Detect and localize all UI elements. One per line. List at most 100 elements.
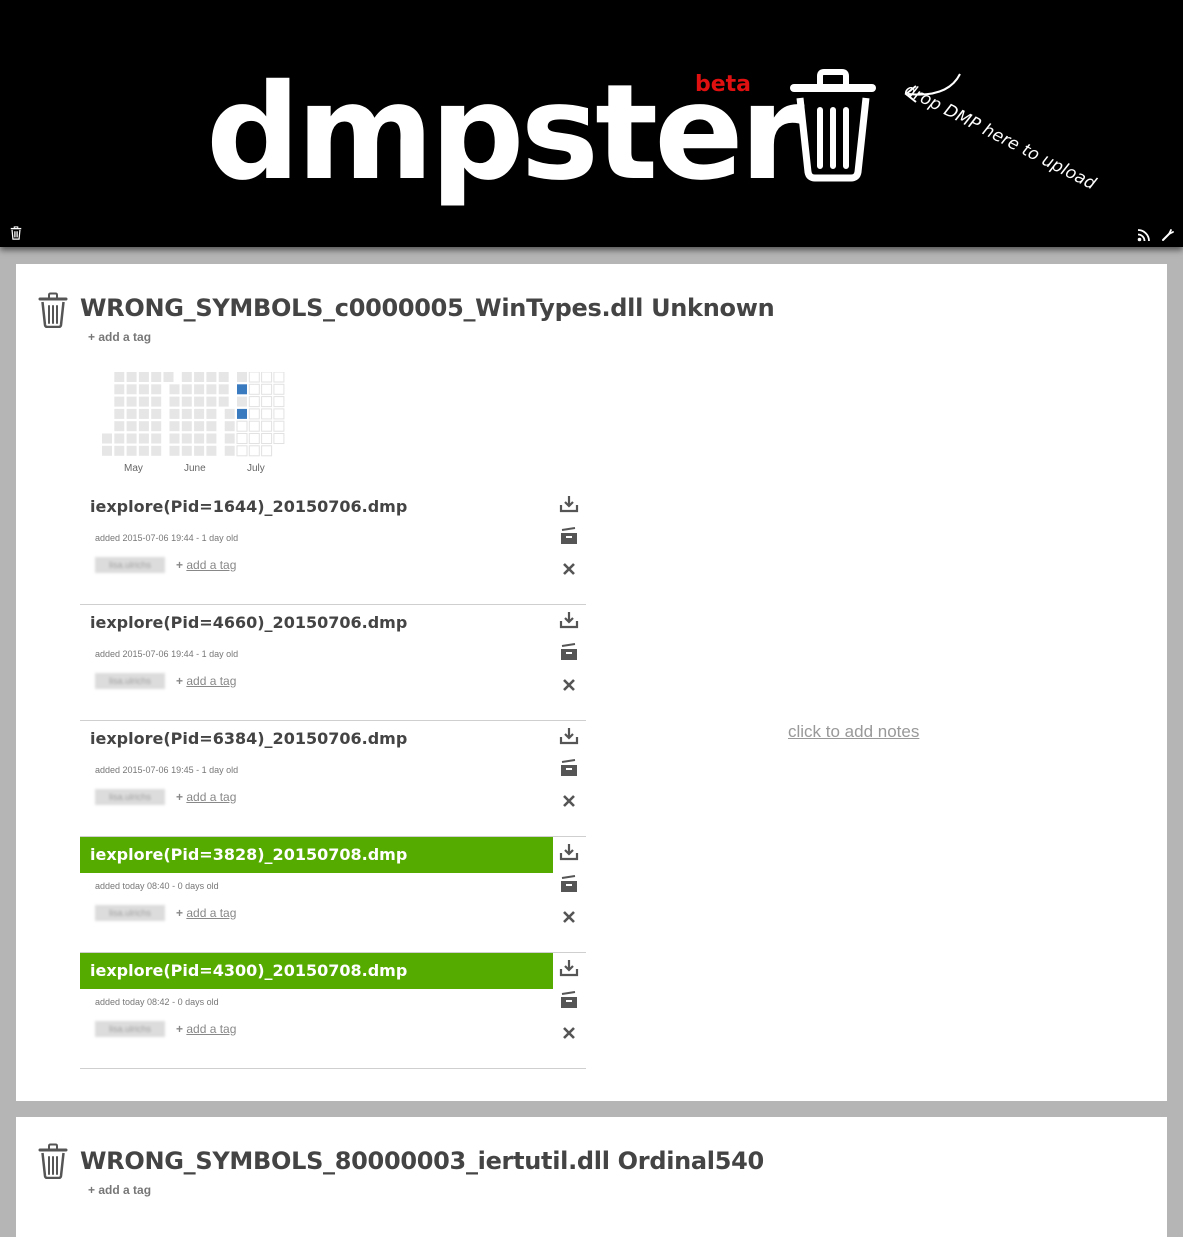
- dump-add-tag[interactable]: + add a tag: [176, 674, 236, 688]
- download-icon[interactable]: [559, 727, 579, 745]
- add-notes-link[interactable]: click to add notes: [788, 722, 919, 742]
- heatmap-day-cell: [261, 383, 273, 395]
- heatmap-day-cell: [273, 372, 285, 383]
- heatmap-day-cell: [114, 421, 125, 432]
- upload-trash-icon[interactable]: [788, 68, 878, 182]
- trash-icon[interactable]: [9, 226, 23, 240]
- drop-hint: drop DMP here to upload: [900, 80, 1100, 195]
- heatmap-day-cell: [273, 396, 285, 408]
- heatmap-day-cell: [224, 421, 235, 432]
- delete-icon[interactable]: [559, 792, 579, 810]
- heatmap-day-cell: [169, 408, 180, 419]
- heatmap-day-cell: [224, 445, 235, 456]
- dump-row: iexplore(Pid=4300)_20150708.dmp added to…: [80, 953, 586, 1069]
- heatmap-day-cell: [273, 420, 285, 432]
- heatmap-day-cell: [261, 408, 273, 420]
- dump-name[interactable]: iexplore(Pid=3828)_20150708.dmp: [80, 837, 553, 873]
- dump-name[interactable]: iexplore(Pid=1644)_20150706.dmp: [80, 489, 553, 525]
- dump-add-tag[interactable]: + add a tag: [176, 790, 236, 804]
- heatmap-day-cell: [206, 408, 217, 419]
- heatmap-day-cell: [126, 408, 137, 419]
- heatmap-day-cell: [151, 445, 162, 456]
- heatmap-day-cell: [138, 433, 149, 444]
- dump-add-tag[interactable]: + add a tag: [176, 1022, 236, 1036]
- heatmap-day-cell: [181, 421, 192, 432]
- dump-added: added 2015-07-06 19:44 - 1 day old: [95, 533, 239, 543]
- bucket-add-tag[interactable]: + add a tag: [88, 1183, 151, 1197]
- dump-add-tag[interactable]: + add a tag: [176, 558, 236, 572]
- delete-icon[interactable]: [559, 560, 579, 578]
- dump-user: lisa.ulrichs: [95, 905, 165, 921]
- dump-user: lisa.ulrichs: [95, 673, 165, 689]
- heatmap-day-cell: [151, 396, 162, 407]
- heatmap-day-cell: [236, 445, 248, 457]
- heatmap-day-cell: [206, 421, 217, 432]
- wrench-icon[interactable]: [1161, 228, 1175, 242]
- dump-row: iexplore(Pid=1644)_20150706.dmp added 20…: [80, 489, 586, 605]
- heatmap-day-cell: [248, 433, 260, 444]
- heatmap-day-cell: [237, 408, 247, 419]
- bucket-add-tag[interactable]: + add a tag: [88, 330, 151, 344]
- archive-icon[interactable]: [559, 527, 579, 545]
- bucket-trash-icon[interactable]: [38, 1143, 68, 1179]
- add-tag-plus: +: [176, 790, 184, 804]
- dump-added: added 2015-07-06 19:45 - 1 day old: [95, 765, 239, 775]
- download-icon[interactable]: [559, 495, 579, 513]
- heatmap-day-cell: [248, 396, 260, 408]
- heatmap-day-cell: [114, 372, 125, 382]
- heatmap-day-cell: [114, 433, 125, 444]
- dump-added: added today 08:42 - 0 days old: [95, 997, 219, 1007]
- add-tag-link[interactable]: add a tag: [186, 790, 236, 804]
- download-icon[interactable]: [559, 843, 579, 861]
- heatmap-day-cell: [151, 433, 162, 444]
- heatmap-day-cell: [248, 383, 260, 395]
- heatmap-day-cell: [138, 421, 149, 432]
- calendar-heatmap: [102, 372, 285, 457]
- heatmap-day-cell: [181, 384, 192, 395]
- heatmap-day-cell: [194, 372, 205, 382]
- heatmap-day-cell: [194, 445, 205, 456]
- beta-badge: beta: [695, 72, 752, 97]
- delete-icon[interactable]: [559, 676, 579, 694]
- bucket-title[interactable]: WRONG_SYMBOLS_80000003_iertutil.dll Ordi…: [80, 1147, 764, 1175]
- heatmap-day-cell: [194, 408, 205, 419]
- heatmap-day-cell: [169, 445, 180, 456]
- add-tag-link[interactable]: add a tag: [186, 558, 236, 572]
- bucket-title[interactable]: WRONG_SYMBOLS_c0000005_WinTypes.dll Unkn…: [80, 294, 775, 322]
- heatmap-day-cell: [248, 408, 260, 420]
- heatmap-day-cell: [261, 396, 273, 408]
- rss-icon[interactable]: [1137, 228, 1151, 242]
- dump-add-tag[interactable]: + add a tag: [176, 906, 236, 920]
- heatmap-day-cell: [181, 433, 192, 444]
- heatmap-month-label: June: [184, 463, 206, 474]
- download-icon[interactable]: [559, 959, 579, 977]
- archive-icon[interactable]: [559, 759, 579, 777]
- download-icon[interactable]: [559, 611, 579, 629]
- heatmap-day-cell: [181, 445, 192, 456]
- heatmap-day-cell: [194, 384, 205, 395]
- heatmap-day-cell: [114, 445, 125, 456]
- archive-icon[interactable]: [559, 991, 579, 1009]
- add-tag-link[interactable]: add a tag: [186, 906, 236, 920]
- delete-icon[interactable]: [559, 1024, 579, 1042]
- heatmap-day-cell: [261, 445, 273, 457]
- archive-icon[interactable]: [559, 875, 579, 893]
- heatmap-day-cell: [102, 433, 112, 444]
- add-tag-plus: +: [176, 906, 184, 920]
- heatmap-day-cell: [114, 384, 125, 395]
- dump-name[interactable]: iexplore(Pid=4300)_20150708.dmp: [80, 953, 553, 989]
- dump-user: lisa.ulrichs: [95, 789, 165, 805]
- bucket-trash-icon[interactable]: [38, 292, 68, 328]
- archive-icon[interactable]: [559, 643, 579, 661]
- dump-row: iexplore(Pid=3828)_20150708.dmp added to…: [80, 837, 586, 953]
- dump-added: added 2015-07-06 19:44 - 1 day old: [95, 649, 239, 659]
- add-tag-link[interactable]: add a tag: [186, 1022, 236, 1036]
- heatmap-day-cell: [194, 433, 205, 444]
- dump-row: iexplore(Pid=4660)_20150706.dmp added 20…: [80, 605, 586, 721]
- heatmap-day-cell: [126, 421, 137, 432]
- dump-user: lisa.ulrichs: [95, 1021, 165, 1037]
- dump-name[interactable]: iexplore(Pid=4660)_20150706.dmp: [80, 605, 553, 641]
- delete-icon[interactable]: [559, 908, 579, 926]
- add-tag-link[interactable]: add a tag: [186, 674, 236, 688]
- dump-name[interactable]: iexplore(Pid=6384)_20150706.dmp: [80, 721, 553, 757]
